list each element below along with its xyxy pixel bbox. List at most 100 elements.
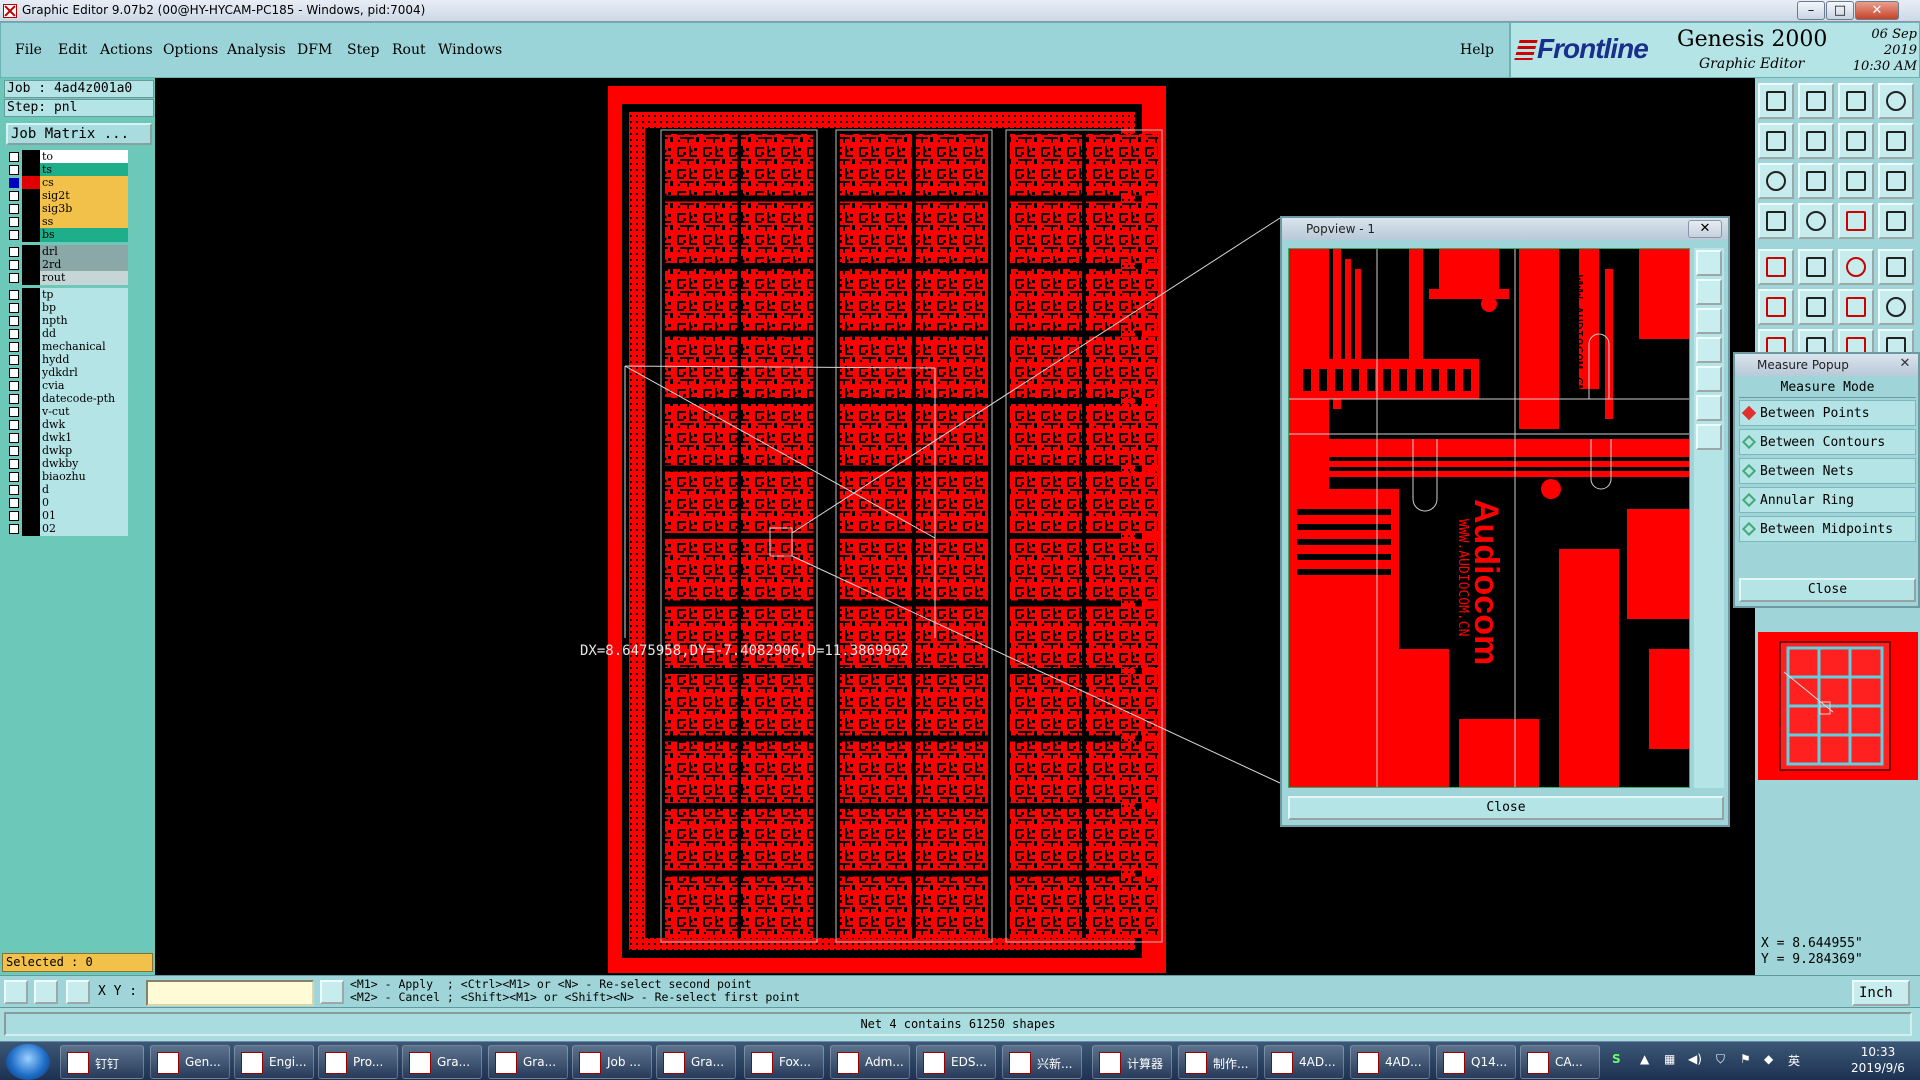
close-button[interactable]: ✕: [1855, 1, 1899, 20]
radio-diamond-icon[interactable]: [1741, 405, 1757, 421]
layer-color-swatch[interactable]: [22, 509, 40, 523]
layer-row-sig3b[interactable]: sig3b: [6, 202, 128, 216]
layer-color-swatch[interactable]: [22, 163, 40, 177]
layer-checkbox[interactable]: [9, 446, 19, 456]
layer-name[interactable]: 0: [40, 496, 128, 510]
taskbar-task[interactable]: Gen...: [150, 1045, 230, 1079]
layer-row-d[interactable]: d: [6, 483, 128, 497]
layer-name[interactable]: dwk1: [40, 431, 128, 445]
layer-name[interactable]: sig2t: [40, 189, 128, 203]
menu-dfm[interactable]: DFM: [297, 42, 332, 58]
layer-checkbox[interactable]: [9, 178, 19, 188]
layer-row-2rd[interactable]: 2rd: [6, 258, 128, 272]
layer-checkbox[interactable]: [9, 524, 19, 534]
layer-checkbox[interactable]: [9, 329, 19, 339]
layer-row-drl[interactable]: drl: [6, 245, 128, 259]
layer-name[interactable]: dwk: [40, 418, 128, 432]
grid-mode-icon[interactable]: [66, 980, 90, 1004]
popview-pan-down-icon[interactable]: [1696, 308, 1722, 334]
layer-name[interactable]: ydkdrl: [40, 366, 128, 380]
menu-file[interactable]: File: [15, 42, 42, 58]
layer-checkbox[interactable]: [9, 472, 19, 482]
layer-color-swatch[interactable]: [22, 483, 40, 497]
fit-all-icon[interactable]: [1758, 163, 1794, 199]
stack-icon[interactable]: [1758, 203, 1794, 239]
layer-checkbox[interactable]: [9, 165, 19, 175]
layer-row-rout[interactable]: rout: [6, 271, 128, 285]
layer-color-swatch[interactable]: [22, 457, 40, 471]
layer-row-mechanical[interactable]: mechanical: [6, 340, 128, 354]
taskbar-task[interactable]: 制作...: [1178, 1045, 1258, 1079]
overview-minimap[interactable]: [1758, 632, 1918, 780]
measure-option-between-points[interactable]: Between Points: [1739, 400, 1916, 426]
pan-left-icon[interactable]: [1758, 123, 1794, 159]
layer-row-01[interactable]: 01: [6, 509, 128, 523]
line-b-icon[interactable]: [1878, 289, 1914, 325]
layer-color-swatch[interactable]: [22, 366, 40, 380]
bar-icon[interactable]: [1838, 249, 1874, 285]
net-icon[interactable]: [1758, 289, 1794, 325]
zoom-house-icon[interactable]: [1838, 83, 1874, 119]
help-icon[interactable]: [1878, 163, 1914, 199]
zoom-back-icon[interactable]: [1798, 83, 1834, 119]
popview-window[interactable]: Popview - 1 ✕ WWW.AUDIOCOM.CN Audiocom W…: [1280, 216, 1730, 827]
taskbar-task[interactable]: Gra...: [656, 1045, 736, 1079]
layer-row-sig2t[interactable]: sig2t: [6, 189, 128, 203]
radio-diamond-icon[interactable]: [1741, 492, 1757, 508]
taskbar-task[interactable]: Engi...: [234, 1045, 314, 1079]
layer-color-swatch[interactable]: [22, 176, 40, 190]
taskbar-task[interactable]: Gra...: [488, 1045, 568, 1079]
layer-row-0[interactable]: 0: [6, 496, 128, 510]
measure-mode-icon[interactable]: [34, 980, 58, 1004]
layer-color-swatch[interactable]: [22, 418, 40, 432]
taskbar-task[interactable]: 4AD...: [1350, 1045, 1430, 1079]
layer-color-swatch[interactable]: [22, 470, 40, 484]
measure-option-between-nets[interactable]: Between Nets: [1739, 458, 1916, 484]
layer-row-v-cut[interactable]: v-cut: [6, 405, 128, 419]
layer-checkbox[interactable]: [9, 355, 19, 365]
tray-flag-icon[interactable]: ⚑: [1740, 1052, 1751, 1066]
menu-step[interactable]: Step: [347, 42, 379, 58]
layer-color-swatch[interactable]: [22, 522, 40, 536]
tray-ime-mode[interactable]: 英: [1788, 1052, 1800, 1069]
layer-row-to[interactable]: to: [6, 150, 128, 164]
layer-row-dwkby[interactable]: dwkby: [6, 457, 128, 471]
layer-color-swatch[interactable]: [22, 431, 40, 445]
layer-checkbox[interactable]: [9, 368, 19, 378]
taskbar-task[interactable]: Pro...: [318, 1045, 398, 1079]
measure-option-between-contours[interactable]: Between Contours: [1739, 429, 1916, 455]
menu-options[interactable]: Options: [163, 42, 218, 58]
layer-row-bs[interactable]: bs: [6, 228, 128, 242]
popview-title-bar[interactable]: Popview - 1 ✕: [1282, 218, 1728, 240]
line-a-icon[interactable]: [1838, 289, 1874, 325]
layer-color-swatch[interactable]: [22, 189, 40, 203]
layer-name[interactable]: dwkby: [40, 457, 128, 471]
layer-color-swatch[interactable]: [22, 405, 40, 419]
layer-color-swatch[interactable]: [22, 271, 40, 285]
layer-name[interactable]: dwkp: [40, 444, 128, 458]
tray-clock[interactable]: 10:33 2019/9/6: [1848, 1045, 1908, 1075]
layer-checkbox[interactable]: [9, 511, 19, 521]
pan-right-icon[interactable]: [1798, 123, 1834, 159]
layer-name[interactable]: hydd: [40, 353, 128, 367]
layer-color-swatch[interactable]: [22, 202, 40, 216]
tray-expand-icon[interactable]: ▲: [1640, 1052, 1649, 1066]
layer-checkbox[interactable]: [9, 498, 19, 508]
layer-name[interactable]: cvia: [40, 379, 128, 393]
layer-name[interactable]: cs: [40, 176, 128, 190]
layer-name[interactable]: mechanical: [40, 340, 128, 354]
menu-edit[interactable]: Edit: [58, 42, 87, 58]
layer-checkbox[interactable]: [9, 342, 19, 352]
layer-color-swatch[interactable]: [22, 150, 40, 164]
layer-row-cvia[interactable]: cvia: [6, 379, 128, 393]
taskbar-task[interactable]: Adm...: [830, 1045, 910, 1079]
layer-color-swatch[interactable]: [22, 288, 40, 302]
layer-checkbox[interactable]: [9, 407, 19, 417]
layer-row-bp[interactable]: bp: [6, 301, 128, 315]
layer-name[interactable]: 01: [40, 509, 128, 523]
taskbar-task[interactable]: 4AD...: [1264, 1045, 1344, 1079]
layer-checkbox[interactable]: [9, 260, 19, 270]
popview-zoom-in-icon[interactable]: [1696, 250, 1722, 276]
layer-color-swatch[interactable]: [22, 314, 40, 328]
unit-selector[interactable]: Inch: [1852, 980, 1910, 1006]
